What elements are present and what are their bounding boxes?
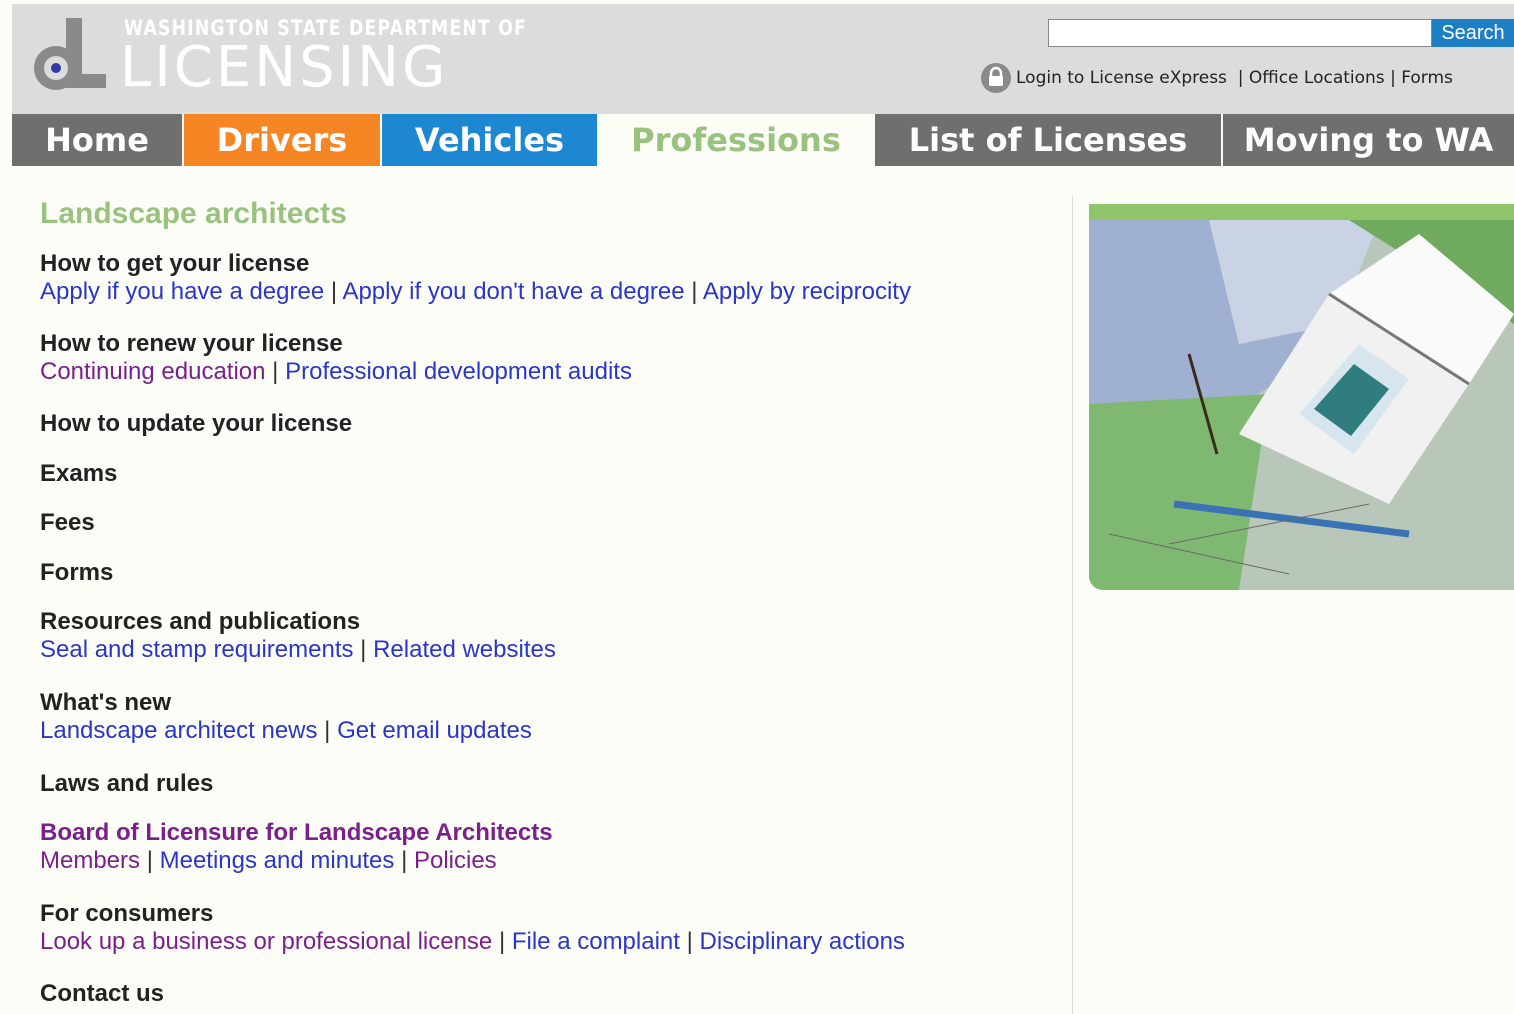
fees-heading[interactable]: Fees: [40, 509, 1040, 537]
lock-icon: [981, 63, 1011, 93]
exams-heading[interactable]: Exams: [40, 460, 1040, 488]
search-input[interactable]: [1048, 19, 1432, 47]
license-lookup-link[interactable]: Look up a business or professional licen…: [40, 928, 492, 955]
main-nav: Home Drivers Vehicles Professions List o…: [12, 114, 1514, 166]
dol-logo-icon[interactable]: [28, 16, 108, 96]
tab-list-of-licenses[interactable]: List of Licenses: [875, 114, 1223, 166]
section-heading: For consumers: [40, 900, 214, 927]
email-updates-link[interactable]: Get email updates: [337, 717, 532, 744]
policies-link[interactable]: Policies: [414, 847, 497, 874]
disciplinary-actions-link[interactable]: Disciplinary actions: [700, 928, 905, 955]
tab-professions[interactable]: Professions: [597, 114, 875, 166]
section-heading: How to renew your license: [40, 330, 343, 357]
laws-rules-heading[interactable]: Laws and rules: [40, 770, 1040, 798]
tab-vehicles[interactable]: Vehicles: [382, 114, 597, 166]
news-link[interactable]: Landscape architect news: [40, 717, 318, 744]
page-title: Landscape architects: [40, 197, 347, 230]
section-renew-license: How to renew your license Continuing edu…: [40, 330, 1040, 386]
utility-links: Login to License eXpress | Office Locati…: [980, 60, 1514, 96]
tab-drivers[interactable]: Drivers: [184, 114, 382, 166]
related-websites-link[interactable]: Related websites: [373, 636, 556, 663]
agency-name: LICENSING: [120, 35, 449, 100]
section-board: Board of Licensure for Landscape Archite…: [40, 819, 1040, 875]
seal-stamp-link[interactable]: Seal and stamp requirements: [40, 636, 354, 663]
file-complaint-link[interactable]: File a complaint: [512, 928, 680, 955]
main-content: Landscape architects How to get your lic…: [40, 194, 1040, 1008]
section-heading: Resources and publications: [40, 608, 361, 635]
section-heading: What's new: [40, 689, 172, 716]
members-link[interactable]: Members: [40, 847, 140, 874]
development-audits-link[interactable]: Professional development audits: [285, 358, 632, 385]
login-link[interactable]: Login to License eXpress: [1016, 68, 1227, 88]
column-divider: [1072, 196, 1073, 1014]
tab-home[interactable]: Home: [12, 114, 184, 166]
office-locations-link[interactable]: Office Locations: [1249, 68, 1385, 88]
tab-moving-to-wa[interactable]: Moving to WA: [1223, 114, 1514, 166]
forms-link[interactable]: Forms: [1401, 68, 1453, 88]
apply-no-degree-link[interactable]: Apply if you don't have a degree: [342, 278, 684, 305]
continuing-education-link[interactable]: Continuing education: [40, 358, 266, 385]
section-consumers: For consumers Look up a business or prof…: [40, 900, 1040, 956]
section-get-license: How to get your license Apply if you hav…: [40, 250, 1040, 306]
search-button[interactable]: Search: [1432, 19, 1514, 47]
site-header: WASHINGTON STATE DEPARTMENT OF LICENSING…: [12, 4, 1514, 114]
board-link[interactable]: Board of Licensure for Landscape Archite…: [40, 819, 1040, 847]
section-whats-new: What's new Landscape architect news | Ge…: [40, 689, 1040, 745]
update-license-heading[interactable]: How to update your license: [40, 410, 1040, 438]
forms-heading[interactable]: Forms: [40, 559, 1040, 587]
architects-photo: [1089, 204, 1514, 590]
section-resources: Resources and publications Seal and stam…: [40, 608, 1040, 664]
apply-degree-link[interactable]: Apply if you have a degree: [40, 278, 324, 305]
section-heading: How to get your license: [40, 250, 310, 277]
meetings-minutes-link[interactable]: Meetings and minutes: [160, 847, 395, 874]
apply-reciprocity-link[interactable]: Apply by reciprocity: [703, 278, 911, 305]
contact-us-heading[interactable]: Contact us: [40, 980, 1040, 1008]
